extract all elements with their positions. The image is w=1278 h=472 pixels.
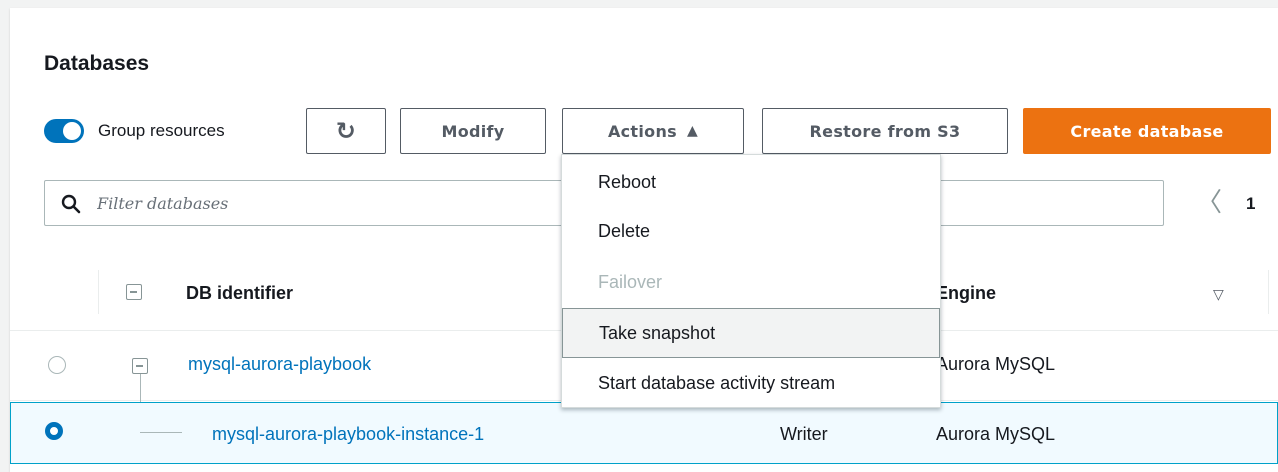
column-header-engine[interactable]: Engine bbox=[936, 283, 996, 304]
menu-item-reboot[interactable]: Reboot bbox=[562, 163, 940, 201]
menu-item-take-snapshot[interactable]: Take snapshot bbox=[562, 308, 940, 358]
create-database-button[interactable]: Create database bbox=[1023, 108, 1271, 154]
table-row-selected[interactable] bbox=[10, 402, 1278, 464]
sort-descending-icon[interactable]: ▽ bbox=[1213, 286, 1224, 303]
db-identifier-link[interactable]: mysql-aurora-playbook-instance-1 bbox=[212, 424, 484, 445]
page-title: Databases bbox=[44, 52, 150, 75]
refresh-button[interactable]: ↻ bbox=[306, 108, 386, 154]
engine-cell: Aurora MySQL bbox=[936, 424, 1056, 444]
row-select-radio[interactable] bbox=[48, 356, 66, 374]
restore-from-s3-button[interactable]: Restore from S3 bbox=[762, 108, 1008, 154]
row-select-radio[interactable] bbox=[45, 422, 63, 440]
current-page-number[interactable]: 1 bbox=[1246, 194, 1255, 214]
engine-cell: Aurora MySQL bbox=[936, 354, 1056, 374]
actions-dropdown-menu: Reboot Delete Failover Take snapshot Sta… bbox=[561, 154, 941, 408]
tree-connector bbox=[140, 432, 182, 433]
menu-item-failover: Failover bbox=[598, 271, 663, 292]
refresh-icon: ↻ bbox=[335, 117, 357, 145]
role-cell: Writer bbox=[780, 424, 828, 444]
actions-button[interactable]: Actions ▲ bbox=[562, 108, 744, 154]
column-separator bbox=[1268, 270, 1269, 314]
collapse-all-icon[interactable] bbox=[126, 284, 142, 300]
menu-item-start-activity-stream[interactable]: Start database activity stream bbox=[562, 364, 940, 402]
actions-button-label: Actions bbox=[607, 121, 677, 141]
menu-item-delete[interactable]: Delete bbox=[562, 212, 940, 250]
caret-up-icon: ▲ bbox=[686, 123, 699, 139]
group-resources-label: Group resources bbox=[98, 121, 225, 140]
column-separator bbox=[98, 270, 99, 314]
db-identifier-link[interactable]: mysql-aurora-playbook bbox=[188, 354, 371, 375]
column-header-db-identifier[interactable]: DB identifier bbox=[186, 283, 293, 304]
modify-button[interactable]: Modify bbox=[400, 108, 546, 154]
previous-page-icon[interactable]: 〈 bbox=[1196, 189, 1222, 215]
search-icon bbox=[61, 194, 81, 214]
group-resources-toggle[interactable] bbox=[44, 119, 84, 143]
filter-databases-input[interactable] bbox=[97, 189, 597, 217]
collapse-row-icon[interactable] bbox=[132, 358, 148, 374]
